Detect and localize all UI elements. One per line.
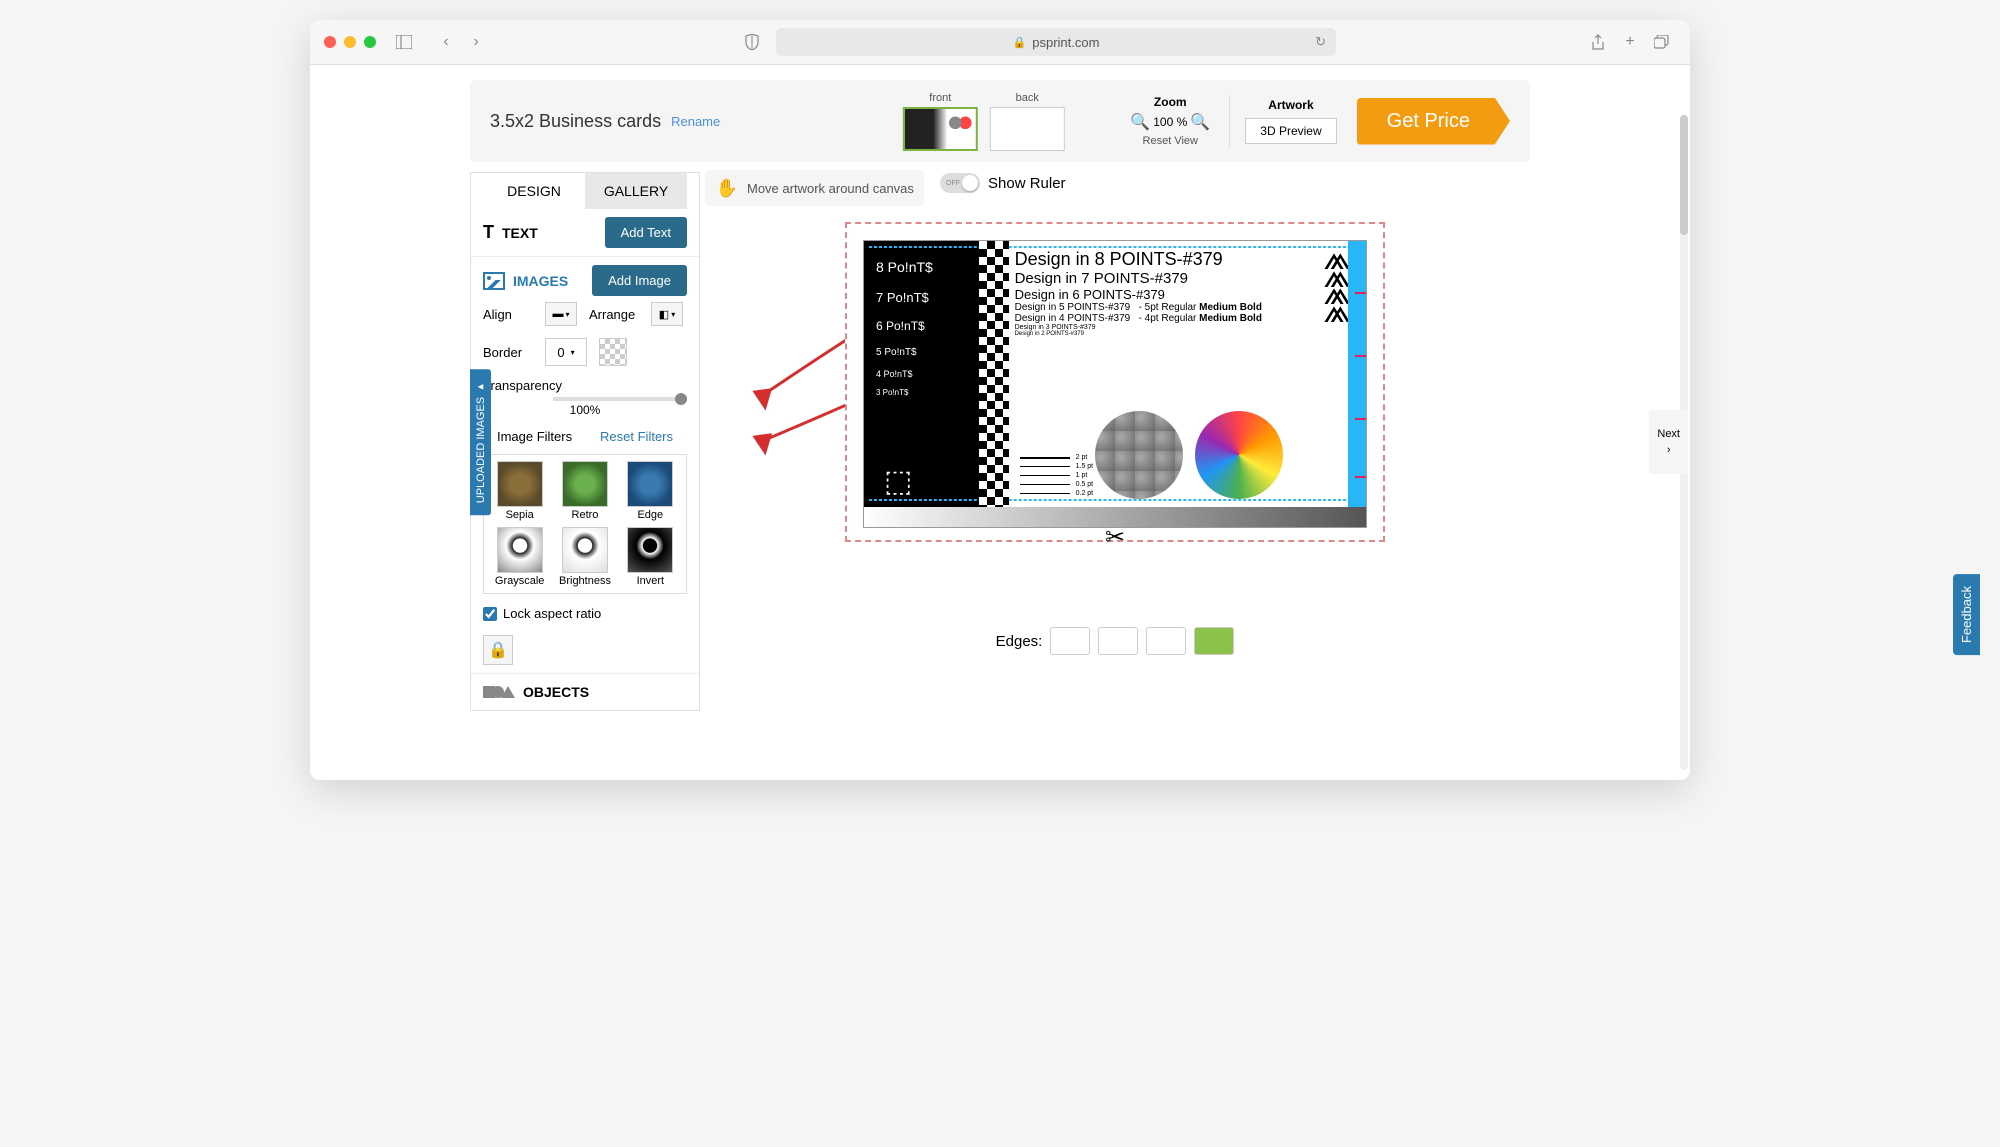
next-tab[interactable]: Next › xyxy=(1649,410,1688,474)
preview-3d-button[interactable]: 3D Preview xyxy=(1245,118,1336,144)
tabs-icon[interactable] xyxy=(1648,28,1676,56)
scissors-icon: ✂ xyxy=(1105,523,1125,552)
cube-icon: ⬚ xyxy=(884,464,912,499)
reset-filters-link[interactable]: Reset Filters xyxy=(600,429,673,444)
transparency-slider[interactable] xyxy=(553,397,687,401)
color-sample-image xyxy=(1195,411,1283,499)
feedback-tab[interactable]: Feedback xyxy=(1953,574,1980,655)
arrange-button[interactable]: ◧▾ xyxy=(651,302,683,326)
maximize-window-icon[interactable] xyxy=(364,36,376,48)
filter-edge[interactable]: Edge xyxy=(621,461,680,521)
artwork-canvas[interactable]: 8 Po!nT$ 7 Po!nT$ 6 Po!nT$ 5 Po!nT$ 4 Po… xyxy=(845,222,1385,542)
left-text-column: 8 Po!nT$ 7 Po!nT$ 6 Po!nT$ 5 Po!nT$ 4 Po… xyxy=(876,251,933,403)
lock-button[interactable]: 🔒 xyxy=(483,635,513,665)
back-thumbnail[interactable] xyxy=(990,107,1065,151)
text-icon: T xyxy=(483,222,494,243)
add-text-button[interactable]: Add Text xyxy=(605,217,687,248)
shapes-icon xyxy=(483,686,515,698)
left-panel: DESIGN GALLERY T TEXT Add Text xyxy=(470,172,700,711)
checker-pattern xyxy=(979,241,1009,527)
align-label: Align xyxy=(483,307,533,322)
image-icon xyxy=(483,272,505,290)
refresh-icon[interactable]: ↻ xyxy=(1315,34,1326,50)
grayscale-sample-image xyxy=(1095,411,1183,499)
uploaded-images-tab[interactable]: UPLOADED IMAGES ▸ xyxy=(470,368,491,514)
lock-icon: 🔒 xyxy=(1013,36,1027,49)
sidebar-toggle-icon[interactable] xyxy=(390,28,418,56)
url-text: psprint.com xyxy=(1032,35,1099,50)
rename-link[interactable]: Rename xyxy=(671,114,720,129)
zoom-label: Zoom xyxy=(1154,95,1187,109)
url-bar[interactable]: 🔒 psprint.com ↻ xyxy=(776,28,1336,56)
reset-view-link[interactable]: Reset View xyxy=(1143,135,1198,147)
transparency-value: 100% xyxy=(483,403,687,417)
tab-gallery[interactable]: GALLERY xyxy=(585,173,687,209)
edge-option-4[interactable] xyxy=(1194,627,1234,655)
chevron-right-icon: › xyxy=(1667,444,1671,456)
minimize-window-icon[interactable] xyxy=(344,36,356,48)
line-weight-samples: 2 pt 1.5 pt 1 pt 0.5 pt 0.2 pt xyxy=(1020,452,1094,499)
product-title: 3.5x2 Business cards xyxy=(490,111,661,132)
forward-icon[interactable]: › xyxy=(462,28,490,56)
back-label: back xyxy=(1016,92,1039,104)
filter-invert[interactable]: Invert xyxy=(621,527,680,587)
border-label: Border xyxy=(483,345,533,360)
back-icon[interactable]: ‹ xyxy=(432,28,460,56)
crop-marks xyxy=(1343,241,1367,527)
add-image-button[interactable]: Add Image xyxy=(592,265,687,296)
zoom-in-icon[interactable]: 🔍 xyxy=(1191,113,1209,131)
zoom-value: 100 % xyxy=(1153,115,1187,129)
filter-sepia[interactable]: Sepia xyxy=(490,461,549,521)
edge-option-1[interactable] xyxy=(1050,627,1090,655)
lock-aspect-checkbox[interactable] xyxy=(483,607,497,621)
new-tab-icon[interactable]: + xyxy=(1616,28,1644,56)
front-thumbnail[interactable] xyxy=(903,107,978,151)
get-price-button[interactable]: Get Price xyxy=(1357,98,1510,145)
images-section-label: IMAGES xyxy=(513,273,568,289)
front-label: front xyxy=(929,92,951,104)
top-bar: 3.5x2 Business cards Rename front back Z… xyxy=(470,80,1530,162)
transparency-label: Transparency xyxy=(483,378,562,393)
align-button[interactable]: ▬▾ xyxy=(545,302,577,326)
edges-label: Edges: xyxy=(996,633,1043,650)
shield-icon[interactable] xyxy=(738,28,766,56)
text-section-label: TEXT xyxy=(502,225,538,241)
browser-chrome: ‹ › 🔒 psprint.com ↻ + xyxy=(310,20,1690,65)
right-text-column: Design in 8 POINTS-#379 Design in 7 POIN… xyxy=(1015,249,1358,337)
arrange-label: Arrange xyxy=(589,307,639,322)
share-icon[interactable] xyxy=(1584,28,1612,56)
zoom-out-icon[interactable]: 🔍 xyxy=(1131,113,1149,131)
artwork-label: Artwork xyxy=(1268,98,1313,112)
edge-option-2[interactable] xyxy=(1098,627,1138,655)
close-window-icon[interactable] xyxy=(324,36,336,48)
objects-label: OBJECTS xyxy=(523,684,589,700)
canvas-area: 8 Po!nT$ 7 Po!nT$ 6 Po!nT$ 5 Po!nT$ 4 Po… xyxy=(700,172,1530,711)
filter-retro[interactable]: Retro xyxy=(555,461,614,521)
tab-design[interactable]: DESIGN xyxy=(483,173,585,209)
filter-brightness[interactable]: Brightness xyxy=(555,527,614,587)
border-color-swatch[interactable] xyxy=(599,338,627,366)
lock-aspect-label: Lock aspect ratio xyxy=(503,606,601,621)
filter-grayscale[interactable]: Grayscale xyxy=(490,527,549,587)
border-input[interactable]: 0▾ xyxy=(545,338,587,366)
edge-option-3[interactable] xyxy=(1146,627,1186,655)
filters-label: Image Filters xyxy=(497,429,572,444)
